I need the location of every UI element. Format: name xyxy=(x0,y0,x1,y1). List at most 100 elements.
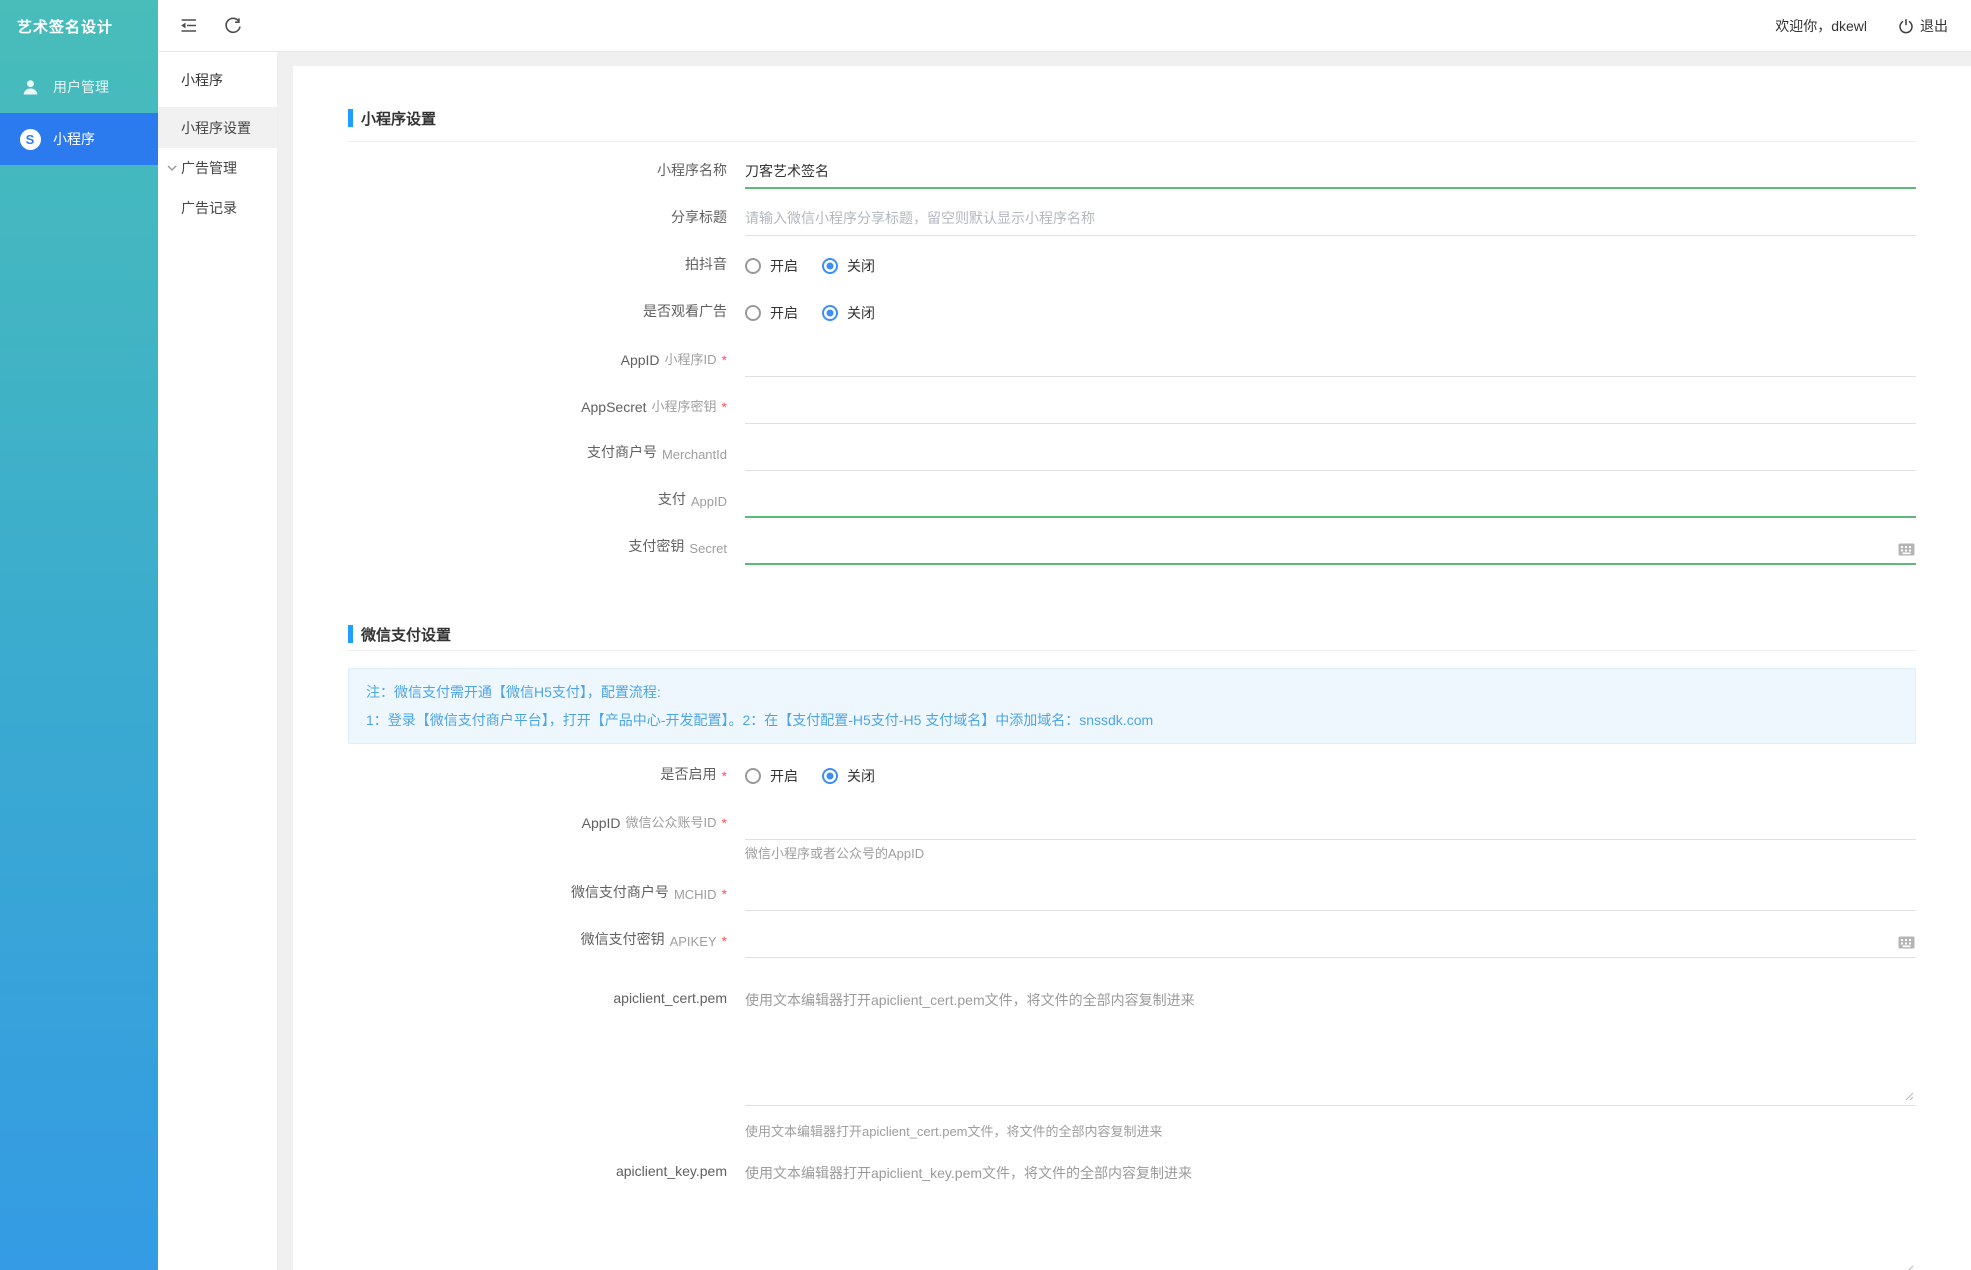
radio-circle-icon xyxy=(745,305,761,321)
sidebar-item-user-management[interactable]: 用户管理 xyxy=(0,61,158,113)
field-label: AppSecret xyxy=(581,399,646,415)
radio-enabled-on[interactable]: 开启 xyxy=(745,766,798,786)
sidebar-item-label: 用户管理 xyxy=(53,77,109,97)
field-sublabel: MCHID xyxy=(674,887,717,902)
appid-input[interactable] xyxy=(745,351,1916,377)
note-line-1: 注：微信支付需开通【微信H5支付】，配置流程: xyxy=(366,684,1898,700)
apiclient-cert-textarea[interactable] xyxy=(745,976,1916,1106)
submenu-item-miniprogram-settings[interactable]: 小程序设置 xyxy=(158,108,277,148)
radio-circle-icon xyxy=(822,305,838,321)
field-label: 是否观看广告 xyxy=(643,301,727,321)
radio-douyin-on[interactable]: 开启 xyxy=(745,256,798,276)
section-header-miniprogram-settings: 小程序设置 xyxy=(348,109,1916,127)
chevron-down-icon xyxy=(167,165,177,172)
field-label: apiclient_cert.pem xyxy=(613,990,727,1109)
sidebar-item-miniprogram[interactable]: S 小程序 xyxy=(0,113,158,165)
field-label: 拍抖音 xyxy=(685,254,727,274)
field-sublabel: Secret xyxy=(689,541,727,556)
merchant-id-input[interactable] xyxy=(745,445,1916,471)
apiclient-cert-helper: 使用文本编辑器打开apiclient_cert.pem文件，将文件的全部内容复制… xyxy=(348,1109,1916,1139)
logout-button[interactable]: 退出 xyxy=(1898,16,1948,36)
note-line-2: 1：登录【微信支付商户平台】，打开【产品中心-开发配置】。2：在【支付配置-H5… xyxy=(366,712,1898,728)
field-label: AppID xyxy=(582,815,621,831)
primary-sidebar: 艺术签名设计 用户管理 S 小程序 xyxy=(0,0,158,1270)
radio-enabled-off[interactable]: 关闭 xyxy=(822,766,875,786)
section-title: 微信支付设置 xyxy=(361,624,451,645)
field-sublabel: 小程序ID xyxy=(665,349,717,368)
section-title: 小程序设置 xyxy=(361,108,436,129)
radio-douyin-off[interactable]: 关闭 xyxy=(822,256,875,276)
user-icon xyxy=(19,76,41,98)
field-label: AppID xyxy=(621,352,660,368)
form-row-mchid: 微信支付商户号 MCHID * xyxy=(348,864,1916,911)
main-content: 小程序设置 小程序名称 分享标题 xyxy=(278,52,1971,1270)
field-sublabel: AppID xyxy=(691,494,727,509)
radio-watch-ad-off[interactable]: 关闭 xyxy=(822,303,875,323)
field-label: 微信支付密钥 xyxy=(581,929,665,949)
field-label: 支付 xyxy=(658,489,686,509)
radio-circle-icon xyxy=(745,768,761,784)
wx-appid-helper: 微信小程序或者公众号的AppID xyxy=(348,840,1916,864)
radio-circle-icon xyxy=(822,768,838,784)
share-title-input[interactable] xyxy=(745,210,1916,236)
field-label: 是否启用 xyxy=(661,764,717,784)
resize-grip-icon[interactable] xyxy=(1902,1088,1914,1104)
form-row-wx-appid: AppID 微信公众账号ID * xyxy=(348,793,1916,840)
collapse-menu-icon[interactable] xyxy=(177,15,199,37)
pay-appid-input[interactable] xyxy=(745,492,1916,518)
apiclient-key-textarea[interactable] xyxy=(745,1139,1916,1270)
top-bar: 欢迎你，dkewl 退出 xyxy=(158,0,1971,52)
wechat-pay-note: 注：微信支付需开通【微信H5支付】，配置流程: 1：登录【微信支付商户平台】，打… xyxy=(348,668,1916,744)
welcome-text: 欢迎你，dkewl xyxy=(1775,16,1867,36)
keyboard-icon[interactable] xyxy=(1898,936,1915,949)
field-sublabel: MerchantId xyxy=(662,447,727,462)
field-label: apiclient_key.pem xyxy=(616,1163,727,1270)
sidebar-item-label: 小程序 xyxy=(53,129,95,149)
appsecret-input[interactable] xyxy=(745,398,1916,424)
miniprogram-icon: S xyxy=(19,128,41,150)
form-row-miniprogram-name: 小程序名称 xyxy=(348,142,1916,189)
radio-watch-ad-on[interactable]: 开启 xyxy=(745,303,798,323)
apikey-input[interactable] xyxy=(745,932,1916,958)
section-accent-bar xyxy=(348,625,353,643)
form-row-apiclient-cert: apiclient_cert.pem xyxy=(348,976,1916,1109)
resize-grip-icon[interactable] xyxy=(1902,1261,1914,1270)
radio-circle-icon xyxy=(745,258,761,274)
radio-circle-icon xyxy=(822,258,838,274)
form-row-merchant-id: 支付商户号 MerchantId xyxy=(348,424,1916,471)
form-row-pay-secret: 支付密钥 Secret xyxy=(348,518,1916,565)
field-label: 分享标题 xyxy=(671,207,727,227)
secondary-sidebar: 小程序 小程序设置 广告管理 广告记录 xyxy=(158,52,278,1270)
submenu-item-ad-records[interactable]: 广告记录 xyxy=(158,188,277,228)
field-sublabel: APIKEY xyxy=(670,934,717,949)
form-row-share-title: 分享标题 xyxy=(348,189,1916,236)
submenu-header-miniprogram[interactable]: 小程序 xyxy=(158,52,277,108)
form-row-appid: AppID 小程序ID * xyxy=(348,330,1916,377)
keyboard-icon[interactable] xyxy=(1898,543,1915,556)
pay-secret-input[interactable] xyxy=(745,539,1916,565)
form-row-apikey: 微信支付密钥 APIKEY * xyxy=(348,911,1916,958)
form-row-pay-appid: 支付 AppID xyxy=(348,471,1916,518)
field-sublabel: 小程序密钥 xyxy=(652,396,717,415)
field-label: 微信支付商户号 xyxy=(571,882,669,902)
section-accent-bar xyxy=(348,109,353,127)
wx-appid-input[interactable] xyxy=(745,814,1916,840)
submenu-item-ad-management[interactable]: 广告管理 xyxy=(158,148,277,188)
field-label: 支付密钥 xyxy=(628,536,684,556)
field-label: 支付商户号 xyxy=(587,442,657,462)
section-header-wechat-pay-settings: 微信支付设置 xyxy=(348,625,1916,643)
form-row-douyin: 拍抖音 开启 关闭 xyxy=(348,236,1916,283)
mchid-input[interactable] xyxy=(745,885,1916,911)
form-row-watch-ad: 是否观看广告 开启 关闭 xyxy=(348,283,1916,330)
section-divider xyxy=(348,650,1916,651)
refresh-icon[interactable] xyxy=(222,15,244,37)
field-label: 小程序名称 xyxy=(657,160,727,180)
form-row-apiclient-key: apiclient_key.pem xyxy=(348,1139,1916,1270)
settings-card: 小程序设置 小程序名称 分享标题 xyxy=(293,66,1971,1270)
field-sublabel: 微信公众账号ID xyxy=(626,812,717,831)
form-row-appsecret: AppSecret 小程序密钥 * xyxy=(348,377,1916,424)
power-icon xyxy=(1898,18,1914,34)
form-row-enabled: 是否启用 * 开启 关闭 xyxy=(348,746,1916,793)
logout-label: 退出 xyxy=(1920,16,1948,36)
miniprogram-name-input[interactable] xyxy=(745,163,1916,189)
